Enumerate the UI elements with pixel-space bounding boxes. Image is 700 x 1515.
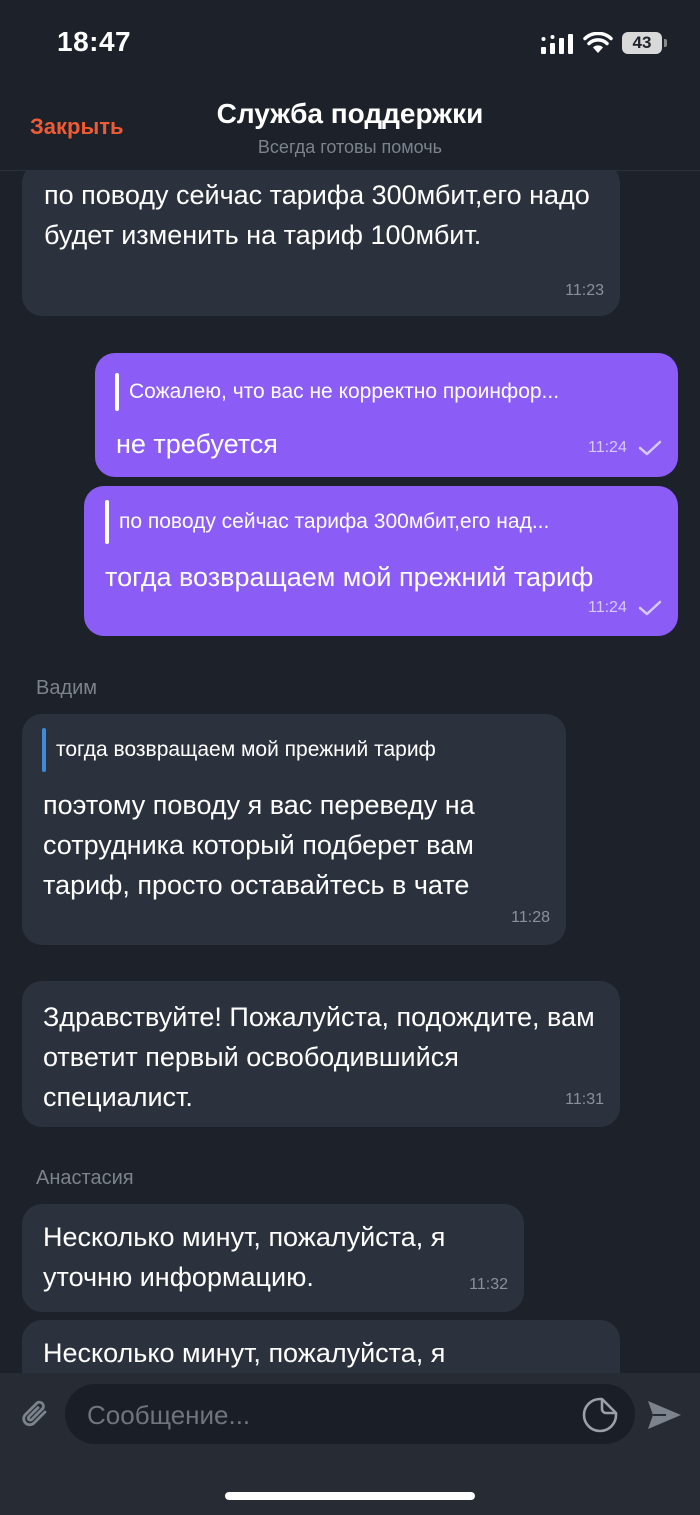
message-text: Несколько минут, пожалуйста, я [43,1338,446,1368]
message-input-placeholder: Сообщение... [87,1400,251,1430]
message-bubble[interactable]: Несколько минут, пожалуйста, я уточню ин… [22,1204,524,1312]
message-time: 11:24 [588,439,627,456]
chat-title: Служба поддержки [216,98,484,129]
message-text: поэтому поводу я вас переведу на сотрудн… [43,790,475,900]
message-time: 11:32 [469,1276,508,1293]
quote-bar [105,500,109,544]
send-icon[interactable] [644,1395,684,1435]
read-check-icon [638,440,662,456]
quote-text: Сожалею, что вас не корректно проинфор..… [129,380,560,403]
message-text: Несколько минут, пожалуйста, я уточню ин… [43,1222,446,1292]
quote-bar [42,728,46,772]
message-time: 11:24 [588,599,627,616]
battery-icon: 43 [622,32,662,54]
message-text: тогда возвращаем мой прежний тариф [105,562,594,592]
sender-name: Вадим [36,677,98,699]
message-bubble[interactable]: Сожалею, что вас не корректно проинфор..… [95,353,678,477]
message-text: не требуется [116,429,278,459]
message-time: 11:28 [511,909,550,926]
message-bubble[interactable]: Здравствуйте! Пожалуйста, подождите, вам… [22,981,620,1127]
status-bar: 18:47 43 [0,0,700,90]
reply-quote[interactable]: по поводу сейчас тарифа 300мбит,его над.… [105,500,659,544]
quote-text: тогда возвращаем мой прежний тариф [56,738,436,761]
chat-subtitle: Всегда готовы помочь [257,137,443,157]
cellular-signal-icon [541,34,573,54]
wifi-icon [583,32,613,53]
message-time: 11:31 [565,1091,604,1108]
reply-quote[interactable]: Сожалею, что вас не корректно проинфор..… [115,373,659,411]
quote-bar [115,373,119,411]
status-time: 18:47 [57,26,132,57]
sender-name: Анастасия [36,1167,134,1189]
read-check-icon [638,600,662,616]
sticker-icon[interactable] [581,1396,619,1434]
chat-header: Закрыть Служба поддержки Всегда готовы п… [0,90,700,171]
message-input[interactable]: Сообщение... [65,1384,635,1444]
message-bubble[interactable]: тогда возвращаем мой прежний тариф поэто… [22,714,566,945]
reply-quote[interactable]: тогда возвращаем мой прежний тариф [42,728,556,772]
message-text: по поводу сейчас тарифа 300мбит,его надо… [44,180,590,250]
battery-tip [664,39,667,47]
message-time: 11:23 [565,282,604,299]
paperclip-icon[interactable] [18,1397,54,1433]
message-composer: Сообщение... [0,1373,700,1515]
message-text: Здравствуйте! Пожалуйста, подождите, вам… [43,1002,595,1112]
message-list[interactable]: по поводу сейчас тарифа 300мбит,его надо… [0,171,700,1373]
message-bubble[interactable]: Несколько минут, пожалуйста, я [22,1320,620,1373]
quote-text: по поводу сейчас тарифа 300мбит,его над.… [119,510,550,533]
message-bubble[interactable]: по поводу сейчас тарифа 300мбит,его над.… [84,486,678,636]
message-bubble[interactable]: по поводу сейчас тарифа 300мбит,его надо… [22,171,620,316]
home-indicator [225,1492,475,1500]
